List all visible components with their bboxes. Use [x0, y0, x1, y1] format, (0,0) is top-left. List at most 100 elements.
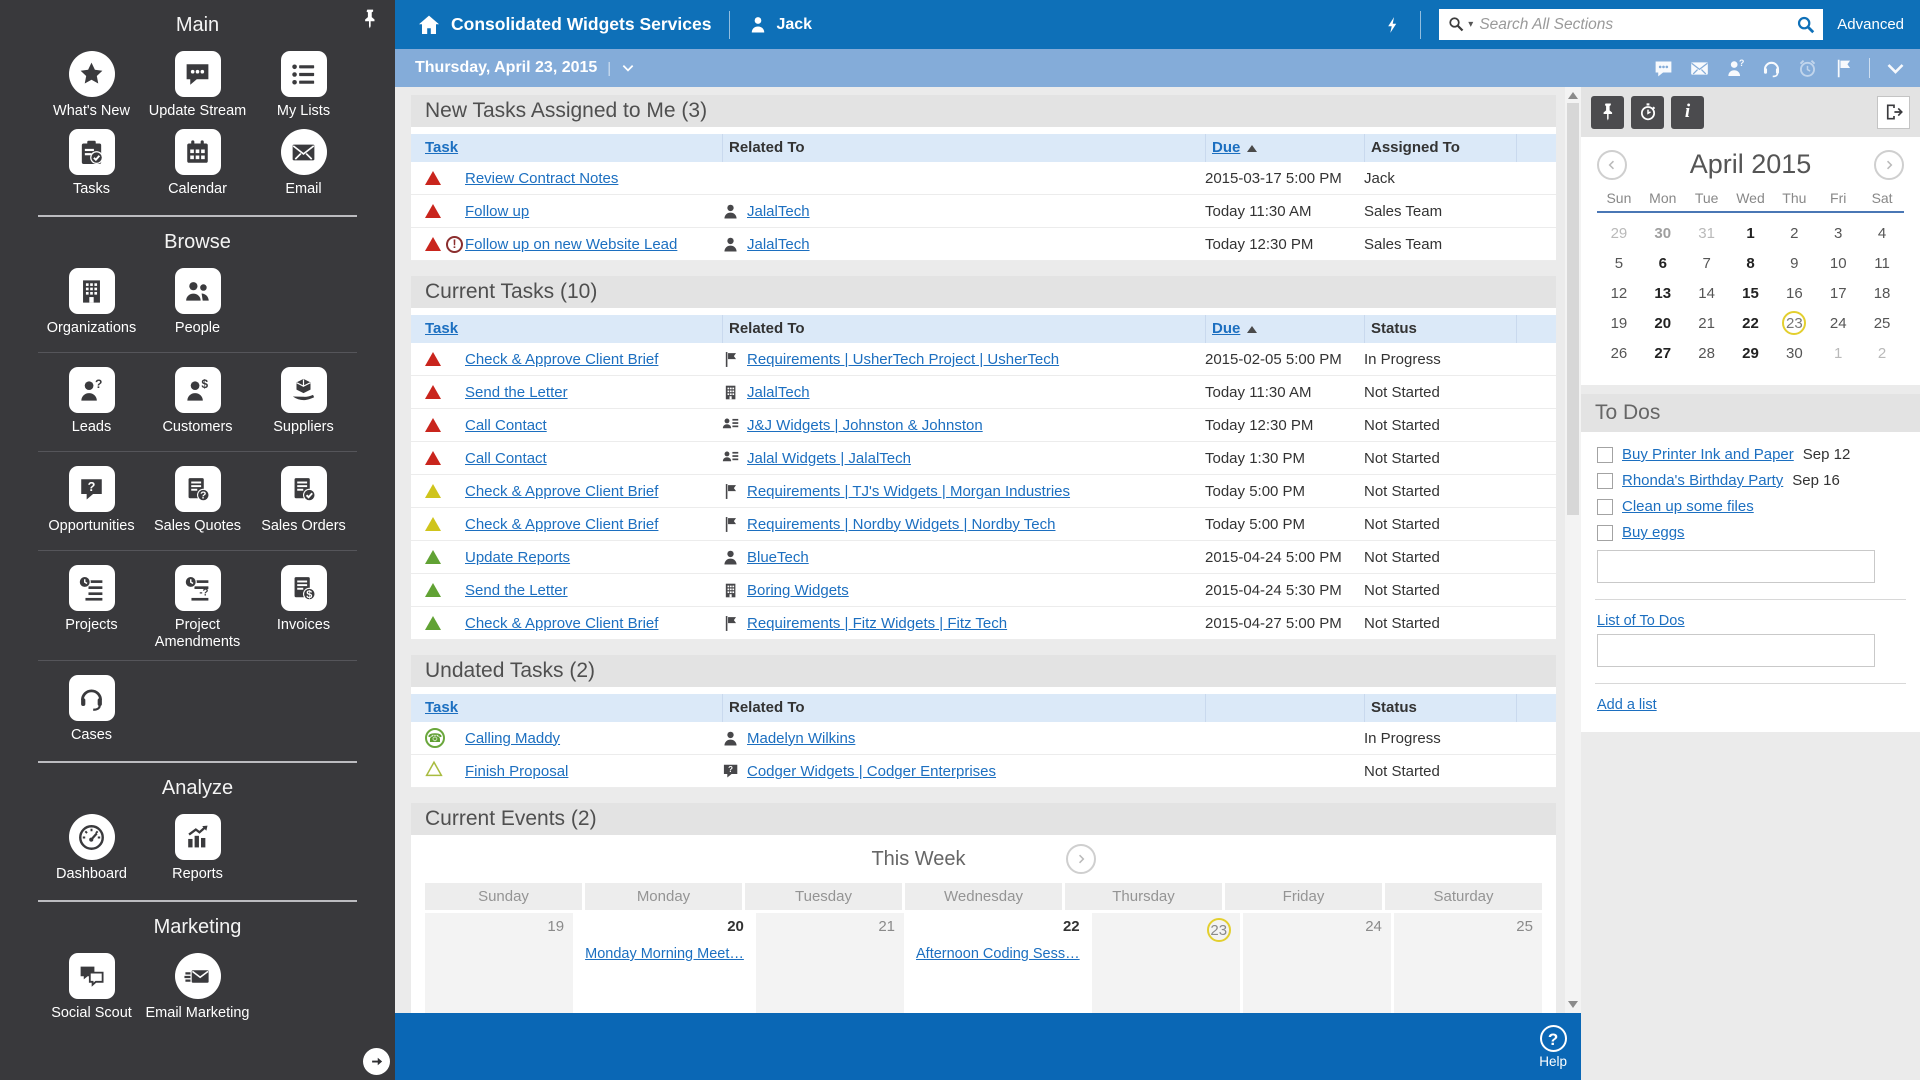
calendar-day[interactable]: 11: [1860, 249, 1904, 279]
day-cell-friday[interactable]: 24: [1243, 913, 1391, 1013]
day-cell-thursday[interactable]: 23: [1092, 913, 1240, 1013]
calendar-day[interactable]: 2: [1860, 339, 1904, 369]
mail-icon[interactable]: [1689, 58, 1710, 79]
calendar-day[interactable]: 30: [1641, 219, 1685, 249]
task-link[interactable]: Review Contract Notes: [465, 170, 618, 187]
sidebar-item-people[interactable]: People: [145, 264, 251, 342]
column-header-task[interactable]: Task: [411, 134, 722, 162]
calendar-day[interactable]: 7: [1685, 249, 1729, 279]
related-link[interactable]: Requirements | Fitz Widgets | Fitz Tech: [747, 615, 1007, 632]
todo-checkbox[interactable]: [1597, 499, 1613, 515]
new-list-input[interactable]: [1597, 634, 1875, 667]
related-link[interactable]: JalalTech: [747, 384, 810, 401]
calendar-day[interactable]: 10: [1816, 249, 1860, 279]
calendar-day[interactable]: 4: [1860, 219, 1904, 249]
sidebar-item-sales-quotes[interactable]: ?Sales Quotes: [145, 462, 251, 540]
quick-actions-icon[interactable]: [1384, 16, 1402, 34]
scroll-up-icon[interactable]: [1568, 92, 1578, 99]
sidebar-item-leads[interactable]: ?Leads: [39, 363, 145, 441]
task-link[interactable]: Check & Approve Client Brief: [465, 615, 658, 632]
column-header-due[interactable]: Due: [1205, 134, 1364, 162]
scrollbar-thumb[interactable]: [1567, 103, 1579, 515]
contact-card-icon[interactable]: ?: [1725, 58, 1746, 79]
sidebar-item-update-stream[interactable]: Update Stream: [145, 47, 251, 125]
task-link[interactable]: Check & Approve Client Brief: [465, 483, 658, 500]
advanced-search-link[interactable]: Advanced: [1837, 16, 1904, 33]
search-icon[interactable]: [1795, 14, 1817, 36]
calendar-day[interactable]: 29: [1597, 219, 1641, 249]
sidebar-item-customers[interactable]: $Customers: [145, 363, 251, 441]
sidebar-item-cases[interactable]: Cases: [39, 671, 145, 749]
todo-link[interactable]: Clean up some files: [1622, 498, 1754, 515]
sidebar-item-what-s-new[interactable]: What's New: [39, 47, 145, 125]
list-of-todos-link[interactable]: List of To Dos: [1597, 613, 1685, 629]
app-title[interactable]: Consolidated Widgets Services: [451, 14, 711, 35]
flag-icon[interactable]: [1833, 58, 1854, 79]
help-button[interactable]: ? Help: [1539, 1025, 1567, 1069]
sidebar-item-reports[interactable]: Reports: [145, 810, 251, 888]
calendar-day[interactable]: 31: [1685, 219, 1729, 249]
calendar-next-icon[interactable]: [1874, 150, 1904, 180]
calendar-day[interactable]: 1: [1729, 219, 1773, 249]
task-link[interactable]: Update Reports: [465, 549, 570, 566]
task-link[interactable]: Finish Proposal: [465, 763, 568, 780]
calendar-day[interactable]: 29: [1729, 339, 1773, 369]
sidebar-item-projects[interactable]: Projects: [39, 561, 145, 650]
comment-icon[interactable]: [1653, 58, 1674, 79]
day-cell-saturday[interactable]: 25: [1394, 913, 1542, 1013]
task-link[interactable]: Follow up on new Website Lead: [465, 236, 677, 253]
sidebar-item-tasks[interactable]: Tasks: [39, 125, 145, 203]
day-cell-sunday[interactable]: 19: [425, 913, 573, 1013]
todo-link[interactable]: Buy eggs: [1622, 524, 1685, 541]
task-link[interactable]: Call Contact: [465, 450, 547, 467]
sidebar-item-social-scout[interactable]: Social Scout: [39, 949, 145, 1027]
calendar-day[interactable]: 28: [1685, 339, 1729, 369]
task-link[interactable]: Send the Letter: [465, 384, 568, 401]
calendar-day[interactable]: 12: [1597, 279, 1641, 309]
search-scope-icon[interactable]: ▾: [1447, 15, 1477, 34]
pin-panel-button[interactable]: [1591, 96, 1624, 129]
calendar-day[interactable]: 27: [1641, 339, 1685, 369]
calendar-day[interactable]: 17: [1816, 279, 1860, 309]
new-todo-input[interactable]: [1597, 550, 1875, 583]
event-link[interactable]: Afternoon Coding Sess…: [916, 946, 1080, 962]
sidebar-item-suppliers[interactable]: Suppliers: [251, 363, 357, 441]
calendar-day[interactable]: 26: [1597, 339, 1641, 369]
sidebar-item-dashboard[interactable]: Dashboard: [39, 810, 145, 888]
calendar-day[interactable]: 8: [1729, 249, 1773, 279]
pin-sidebar-icon[interactable]: [359, 8, 381, 30]
related-link[interactable]: Requirements | UsherTech Project | Usher…: [747, 351, 1059, 368]
event-link[interactable]: Monday Morning Meet…: [585, 946, 744, 962]
headset-icon[interactable]: [1761, 58, 1782, 79]
sidebar-item-sales-orders[interactable]: Sales Orders: [251, 462, 357, 540]
related-link[interactable]: J&J Widgets | Johnston & Johnston: [747, 417, 983, 434]
sidebar-item-email-marketing[interactable]: Email Marketing: [145, 949, 251, 1027]
panel-chevron-down-icon[interactable]: [1885, 58, 1906, 79]
sidebar-collapse-button[interactable]: [363, 1048, 390, 1075]
scroll-down-icon[interactable]: [1568, 1001, 1578, 1008]
calendar-day[interactable]: 3: [1816, 219, 1860, 249]
sign-out-button[interactable]: [1877, 96, 1910, 129]
column-header-task[interactable]: Task: [411, 315, 722, 343]
calendar-day[interactable]: 2: [1772, 219, 1816, 249]
date-dropdown-chevron-icon[interactable]: [621, 61, 635, 75]
info-button[interactable]: i: [1671, 96, 1704, 129]
home-icon[interactable]: [417, 13, 441, 37]
todo-checkbox[interactable]: [1597, 473, 1613, 489]
task-link[interactable]: Calling Maddy: [465, 730, 560, 747]
related-link[interactable]: Requirements | Nordby Widgets | Nordby T…: [747, 516, 1055, 533]
calendar-prev-icon[interactable]: [1597, 150, 1627, 180]
todo-link[interactable]: Rhonda's Birthday Party: [1622, 472, 1783, 489]
calendar-day[interactable]: 30: [1772, 339, 1816, 369]
calendar-day[interactable]: 15: [1729, 279, 1773, 309]
task-link[interactable]: Call Contact: [465, 417, 547, 434]
sidebar-item-invoices[interactable]: $Invoices: [251, 561, 357, 650]
day-cell-tuesday[interactable]: 21: [756, 913, 904, 1013]
calendar-day[interactable]: 6: [1641, 249, 1685, 279]
calendar-day[interactable]: 1: [1816, 339, 1860, 369]
sidebar-item-organizations[interactable]: Organizations: [39, 264, 145, 342]
alarm-icon[interactable]: [1797, 58, 1818, 79]
related-link[interactable]: BlueTech: [747, 549, 809, 566]
vertical-scrollbar[interactable]: [1565, 87, 1581, 1013]
day-cell-wednesday[interactable]: 22Afternoon Coding Sess…: [907, 913, 1089, 1013]
